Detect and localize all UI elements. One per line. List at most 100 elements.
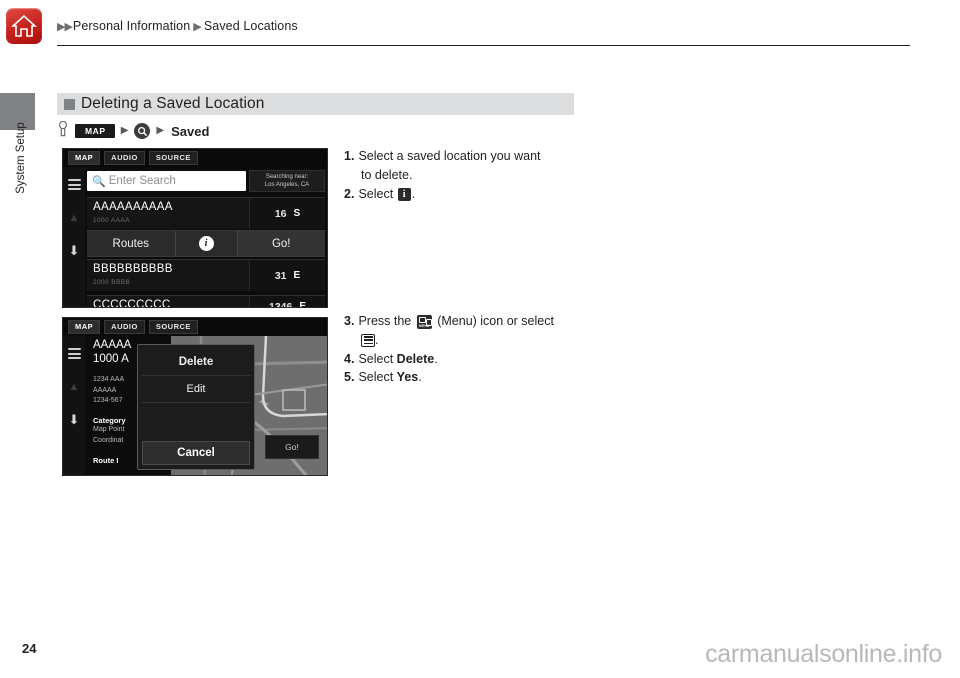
hamburger-icon xyxy=(361,333,375,347)
scroll-up-icon[interactable]: ▲ xyxy=(69,381,80,393)
step-5-number: 5. xyxy=(344,370,355,385)
instruction-steps-top: 1. Select a saved location you want to d… xyxy=(344,147,604,203)
page-number: 24 xyxy=(22,641,37,656)
section-bullet-icon xyxy=(64,98,75,110)
header-divider xyxy=(57,45,910,46)
hand-pointer-icon xyxy=(58,120,68,142)
step-3: 3. Press the MENU (Menu) icon or select xyxy=(344,312,609,331)
path-final-item: Saved xyxy=(171,123,210,139)
step-5-text: Select xyxy=(358,370,394,385)
breadcrumb-separator-icon: ▶ xyxy=(193,21,202,33)
step-2-body: Select . xyxy=(358,185,604,204)
home-glyph xyxy=(11,14,37,37)
search-placeholder: Enter Search xyxy=(108,175,176,187)
searching-near-label: Searching near: xyxy=(265,173,309,180)
menu-icon: MENU xyxy=(416,315,432,329)
screenshot-saved-locations-list: MAP AUDIO SOURCE ▲ ⬇ 🔍 Enter Search Sear… xyxy=(62,148,328,308)
dialog-edit-option[interactable]: Edit xyxy=(142,376,250,403)
step-3-number: 3. xyxy=(344,314,355,328)
nav-tab-source[interactable]: SOURCE xyxy=(148,320,198,334)
map-go-button[interactable]: Go! xyxy=(265,435,319,459)
path-arrow-icon-2: ▶ xyxy=(156,125,165,136)
dialog-delete-option[interactable]: Delete xyxy=(142,349,250,376)
search-magnifier-icon: 🔍 xyxy=(92,175,106,188)
search-input[interactable]: 🔍 Enter Search xyxy=(87,171,246,191)
list-item-text: BBBBBBBBBB 2000 BBBB xyxy=(87,260,249,291)
searching-near-box[interactable]: Searching near: Los Angeles, CA xyxy=(249,170,325,192)
scroll-up-icon[interactable]: ▲ xyxy=(69,212,80,224)
list-item-distance-cell: 16 S xyxy=(249,198,325,229)
info-button[interactable]: i xyxy=(174,231,237,256)
nav-tab-bar: MAP AUDIO SOURCE xyxy=(63,318,327,336)
dialog-spacer xyxy=(142,403,250,441)
step-1-text: Select a saved location you want xyxy=(358,149,541,163)
step-3-text-a: Press the xyxy=(358,314,412,328)
step-5-body: Select Yes. xyxy=(358,368,609,387)
step-2-text: Select xyxy=(358,186,394,201)
step-3-body: Press the MENU (Menu) icon or select xyxy=(358,312,609,331)
nav-tab-bar: MAP AUDIO SOURCE xyxy=(63,149,327,167)
step-5-bold-target: Yes xyxy=(396,370,419,385)
sidebar-section-label: System Setup xyxy=(15,122,27,194)
list-item[interactable]: AAAAAAAAAA 1000 AAAA 16 S xyxy=(87,197,325,229)
list-item-direction: E xyxy=(293,270,301,281)
info-icon: i xyxy=(198,236,214,251)
searching-near-value: Los Angeles, CA xyxy=(264,182,310,188)
list-item[interactable]: CCCCCCCCC 1346 E xyxy=(87,295,325,308)
step-4-text: Select xyxy=(358,351,394,366)
routes-button[interactable]: Routes xyxy=(87,231,175,256)
home-icon[interactable] xyxy=(6,8,42,44)
list-item-address: 1000 AAAA xyxy=(93,216,130,224)
instruction-steps-bottom: 3. Press the MENU (Menu) icon or select … xyxy=(344,312,609,387)
step-3-tail: . xyxy=(375,332,379,347)
breadcrumb: ▶▶Personal Information ▶ Saved Locations xyxy=(57,19,298,33)
nav-tab-audio[interactable]: AUDIO xyxy=(104,320,145,334)
path-arrow-icon-1: ▶ xyxy=(120,125,129,136)
nav-tab-map[interactable]: MAP xyxy=(68,320,101,334)
step-4-number: 4. xyxy=(344,351,355,366)
step-4-tail: . xyxy=(434,351,438,366)
list-item-address: 2000 BBBB xyxy=(93,278,131,286)
section-heading: Deleting a Saved Location xyxy=(57,93,574,115)
step-1-number: 1. xyxy=(344,149,355,163)
step-4-bold-target: Delete xyxy=(396,351,435,366)
breadcrumb-lead-arrows: ▶▶ xyxy=(57,21,73,33)
dialog-cancel-button[interactable]: Cancel xyxy=(142,441,250,465)
list-item-distance-cell: 31 E xyxy=(249,260,325,291)
navigation-path: MAP ▶ ▶ Saved xyxy=(58,120,210,142)
step-2: 2. Select . xyxy=(344,185,604,204)
step-3-text-b: (Menu) icon or select xyxy=(437,314,554,328)
go-button[interactable]: Go! xyxy=(236,231,325,256)
list-item-direction: S xyxy=(293,208,301,219)
section-heading-text: Deleting a Saved Location xyxy=(81,95,265,112)
list-item-name: AAAAAAAAAA xyxy=(93,201,173,213)
scroll-down-icon[interactable]: ⬇ xyxy=(69,413,80,426)
scroll-down-icon[interactable]: ⬇ xyxy=(69,244,80,257)
nav-side-rail: ▲ ⬇ xyxy=(63,167,85,307)
step-2-number: 2. xyxy=(344,186,355,201)
step-5-tail: . xyxy=(418,370,422,385)
list-item-text: CCCCCCCCC xyxy=(87,296,249,307)
path-map-button[interactable]: MAP xyxy=(75,123,115,139)
hamburger-icon[interactable] xyxy=(67,348,81,362)
breadcrumb-item-personal-information[interactable]: Personal Information xyxy=(73,19,190,33)
search-row: 🔍 Enter Search Searching near: Los Angel… xyxy=(87,170,325,192)
step-5: 5. Select Yes. xyxy=(344,368,609,387)
path-search-icon[interactable] xyxy=(134,123,151,139)
info-icon xyxy=(397,187,411,202)
list-item[interactable]: BBBBBBBBBB 2000 BBBB 31 E xyxy=(87,259,325,291)
step-2-tail: . xyxy=(411,186,416,201)
nav-tab-source[interactable]: SOURCE xyxy=(148,151,198,165)
list-item-distance: 31 xyxy=(274,269,287,282)
list-item-text: AAAAAAAAAA 1000 AAAA xyxy=(87,198,249,229)
watermark: carmanualsonline.info xyxy=(705,640,942,668)
hamburger-icon[interactable] xyxy=(67,179,81,193)
list-item-distance: 1346 xyxy=(268,300,293,308)
nav-tab-map[interactable]: MAP xyxy=(68,151,101,165)
step-1-text-line2: to delete. xyxy=(361,167,413,182)
list-item-distance: 16 xyxy=(274,207,287,220)
step-4: 4. Select Delete. xyxy=(344,350,609,369)
list-item-direction: E xyxy=(299,301,307,308)
nav-tab-audio[interactable]: AUDIO xyxy=(104,151,145,165)
breadcrumb-item-saved-locations[interactable]: Saved Locations xyxy=(204,19,298,33)
